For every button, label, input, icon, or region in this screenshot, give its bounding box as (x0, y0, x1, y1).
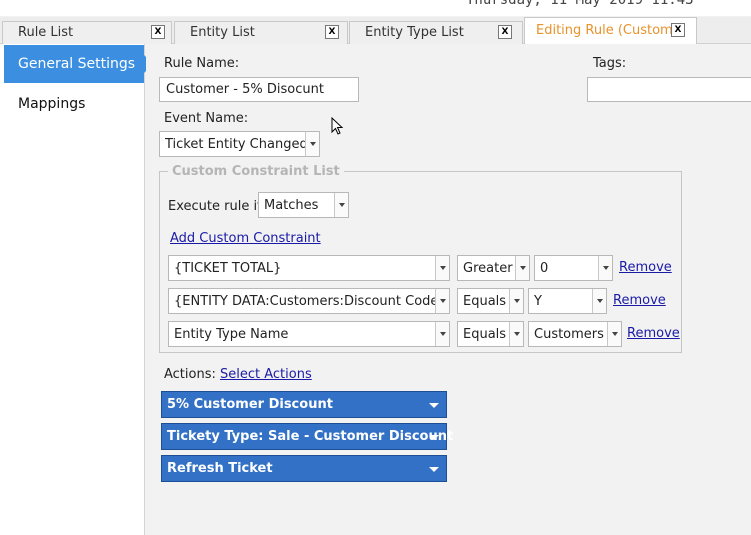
close-icon[interactable]: X (671, 23, 685, 37)
constraint-value-select[interactable]: 0 (534, 255, 613, 281)
constraint-field-select[interactable]: {TICKET TOTAL} (168, 255, 450, 281)
action-label: Refresh Ticket (167, 461, 273, 476)
constraint-field-select[interactable]: {ENTITY DATA:Customers:Discount Code} (168, 288, 450, 314)
tab-rule-list[interactable]: Rule List X (2, 21, 172, 44)
constraint-operator-select[interactable]: Greater (457, 255, 530, 281)
mouse-cursor-icon (331, 117, 344, 135)
chevron-down-icon[interactable] (429, 403, 439, 408)
tab-label: Entity Type List (365, 25, 464, 40)
action-item[interactable]: 5% Customer Discount (161, 391, 447, 418)
chevron-down-icon[interactable] (435, 256, 449, 280)
main-panel: Rule Name: Customer - 5% Disocunt Tags: … (146, 44, 751, 535)
chevron-down-icon[interactable] (515, 256, 529, 280)
constraint-operator-select[interactable]: Equals (457, 321, 524, 347)
chevron-down-icon[interactable] (429, 467, 439, 472)
sidebar-item-general-settings[interactable]: General Settings (4, 45, 153, 83)
select-value: Y (534, 294, 542, 309)
rule-name-input[interactable]: Customer - 5% Disocunt (159, 77, 359, 102)
tab-editing-rule[interactable]: Editing Rule (Customer - 5% Disocunt) X (524, 17, 697, 45)
action-item[interactable]: Tickety Type: Sale - Customer Discount (161, 423, 453, 450)
execute-rule-select[interactable]: Matches (258, 192, 349, 218)
action-label: Tickety Type: Sale - Customer Discount (167, 429, 454, 444)
add-custom-constraint-link[interactable]: Add Custom Constraint (170, 231, 321, 246)
chevron-down-icon[interactable] (435, 289, 449, 313)
group-title: Custom Constraint List (168, 164, 344, 179)
action-label: 5% Customer Discount (167, 397, 333, 412)
close-icon[interactable]: X (151, 25, 165, 39)
select-value: {TICKET TOTAL} (174, 261, 282, 276)
constraint-value-select[interactable]: Customers (528, 321, 622, 347)
tags-input[interactable] (587, 77, 751, 102)
date-header: Thursday, 11 May 2019 11:43 (0, 0, 751, 16)
select-value: Equals (463, 294, 507, 309)
chevron-down-icon[interactable] (334, 193, 348, 217)
select-value: Matches (264, 198, 319, 213)
custom-constraint-group: Custom Constraint List Execute rule if M… (159, 164, 682, 353)
close-icon[interactable]: X (325, 25, 339, 39)
chevron-down-icon[interactable] (435, 322, 449, 346)
select-actions-link[interactable]: Select Actions (220, 367, 312, 382)
sidebar-item-mappings[interactable]: Mappings (4, 85, 144, 123)
date-text: Thursday, 11 May 2019 11:43 (466, 0, 694, 8)
tags-label: Tags: (593, 56, 627, 71)
select-value: 0 (540, 261, 549, 276)
event-name-select[interactable]: Ticket Entity Changed (159, 131, 320, 157)
chevron-down-icon[interactable] (429, 435, 439, 440)
action-item[interactable]: Refresh Ticket (161, 455, 447, 482)
select-value: Customers (534, 327, 604, 342)
chevron-down-icon[interactable] (509, 289, 523, 313)
tab-strip: Rule List X Entity List X Entity Type Li… (0, 17, 751, 45)
remove-constraint-link[interactable]: Remove (627, 326, 680, 341)
execute-rule-label: Execute rule if (168, 199, 262, 214)
select-value: Equals (463, 327, 507, 342)
tab-entity-list[interactable]: Entity List X (174, 21, 348, 44)
tab-label: Editing Rule (Customer - 5% Disocunt) (536, 23, 676, 38)
chevron-down-icon[interactable] (607, 322, 621, 346)
chevron-down-icon[interactable] (509, 322, 523, 346)
tab-entity-type-list[interactable]: Entity Type List X (349, 21, 523, 44)
constraint-operator-select[interactable]: Equals (457, 288, 524, 314)
select-value: Greater (463, 261, 513, 276)
event-name-label: Event Name: (164, 111, 249, 126)
select-value: Ticket Entity Changed (165, 137, 308, 152)
chevron-down-icon[interactable] (598, 256, 612, 280)
constraint-value-select[interactable]: Y (528, 288, 607, 314)
remove-constraint-link[interactable]: Remove (619, 260, 672, 275)
sidebar: General Settings Mappings (0, 44, 153, 535)
chevron-down-icon[interactable] (305, 132, 319, 156)
actions-label: Actions: (164, 367, 216, 382)
constraint-field-select[interactable]: Entity Type Name (168, 321, 450, 347)
chevron-down-icon[interactable] (592, 289, 606, 313)
tab-label: Rule List (18, 25, 74, 40)
remove-constraint-link[interactable]: Remove (613, 293, 666, 308)
select-value: {ENTITY DATA:Customers:Discount Code} (174, 294, 447, 309)
rule-name-label: Rule Name: (164, 56, 240, 71)
tab-label: Entity List (190, 25, 255, 40)
close-icon[interactable]: X (498, 25, 512, 39)
select-value: Entity Type Name (174, 327, 289, 342)
